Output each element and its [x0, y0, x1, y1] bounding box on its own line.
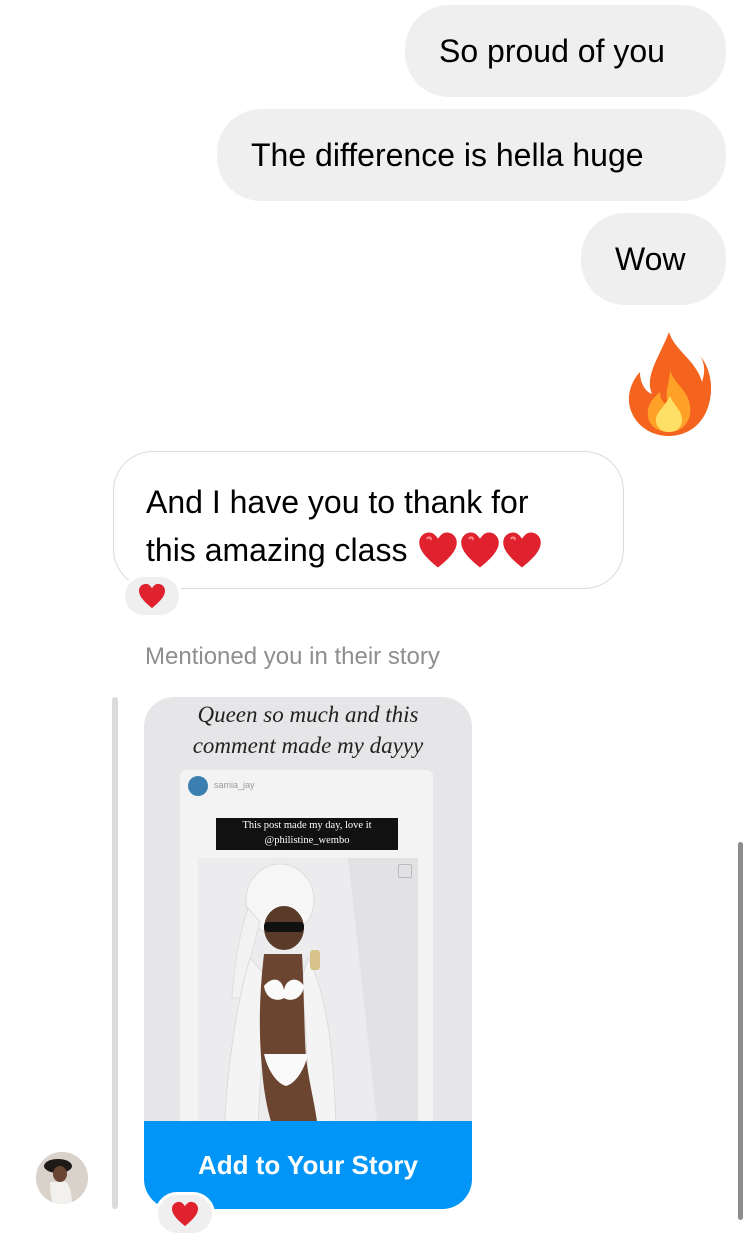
scrollbar[interactable]	[738, 842, 743, 1220]
shared-post-comment: This post made my day, love it @philisti…	[216, 818, 398, 850]
message-bubble-outgoing[interactable]: The difference is hella huge	[217, 109, 726, 201]
shared-post-username: samia_jay	[214, 780, 255, 790]
avatar-photo	[36, 1152, 88, 1204]
shared-post-avatar	[188, 776, 208, 796]
person-photo	[198, 858, 418, 1130]
checkbox-icon	[398, 864, 412, 878]
story-preview-card[interactable]: Queen so much and this comment made my d…	[144, 697, 472, 1209]
red-heart-icon	[172, 1201, 198, 1227]
message-bubble-outgoing[interactable]: So proud of you	[405, 5, 726, 97]
red-heart-icon	[139, 583, 165, 609]
message-bubble-outgoing[interactable]: Wow	[581, 213, 726, 305]
message-reaction[interactable]	[122, 574, 182, 618]
story-caption-line1: Queen so much and this	[197, 702, 419, 727]
story-caption: Queen so much and this comment made my d…	[144, 699, 472, 761]
red-heart-icon	[503, 532, 542, 568]
message-bubble-incoming[interactable]: And I have you to thank for this amazing…	[113, 451, 624, 589]
shared-post-comment-line1: This post made my day, love it	[242, 820, 372, 831]
shared-post-photo	[198, 858, 418, 1130]
reply-quote-bar	[112, 697, 118, 1209]
story-reaction[interactable]	[155, 1192, 215, 1236]
red-heart-icon	[419, 532, 458, 568]
message-text: Wow	[615, 241, 686, 277]
message-text: The difference is hella huge	[251, 137, 644, 173]
message-text: So proud of you	[439, 33, 665, 69]
shared-post-comment-line2: @philistine_wembo	[264, 835, 350, 846]
story-mention-label: Mentioned you in their story	[145, 643, 440, 670]
message-text-line2-text: this amazing class	[146, 532, 408, 568]
fire-emoji-icon[interactable]	[626, 330, 712, 438]
red-heart-icon	[461, 532, 500, 568]
shared-post: samia_jay This post made my day, love it…	[180, 770, 433, 1130]
sender-avatar[interactable]	[36, 1152, 88, 1204]
message-text-line1: And I have you to thank for	[146, 484, 529, 520]
message-text-line2: this amazing class	[146, 526, 593, 574]
story-caption-line2: comment made my dayyy	[192, 733, 424, 758]
